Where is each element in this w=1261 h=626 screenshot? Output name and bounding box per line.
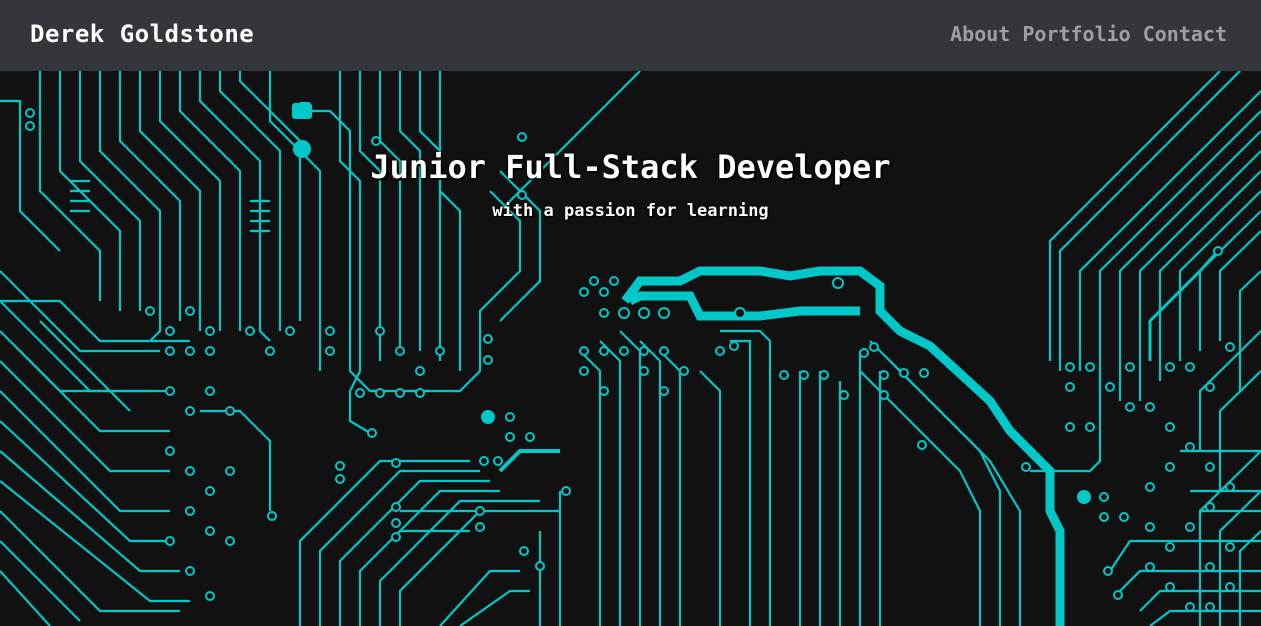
navbar: Derek Goldstone About Portfolio Contact (0, 0, 1261, 71)
hero-subtitle: with a passion for learning (492, 201, 769, 221)
nav-link-about[interactable]: About (950, 18, 1010, 50)
hero-section: Junior Full-Stack Developer with a passi… (0, 71, 1261, 626)
nav-link-contact[interactable]: Contact (1143, 18, 1227, 50)
nav-links: About Portfolio Contact (950, 18, 1227, 50)
hero-title: Junior Full-Stack Developer (370, 148, 891, 186)
brand-link[interactable]: Derek Goldstone (30, 18, 254, 50)
nav-link-portfolio[interactable]: Portfolio (1022, 18, 1130, 50)
